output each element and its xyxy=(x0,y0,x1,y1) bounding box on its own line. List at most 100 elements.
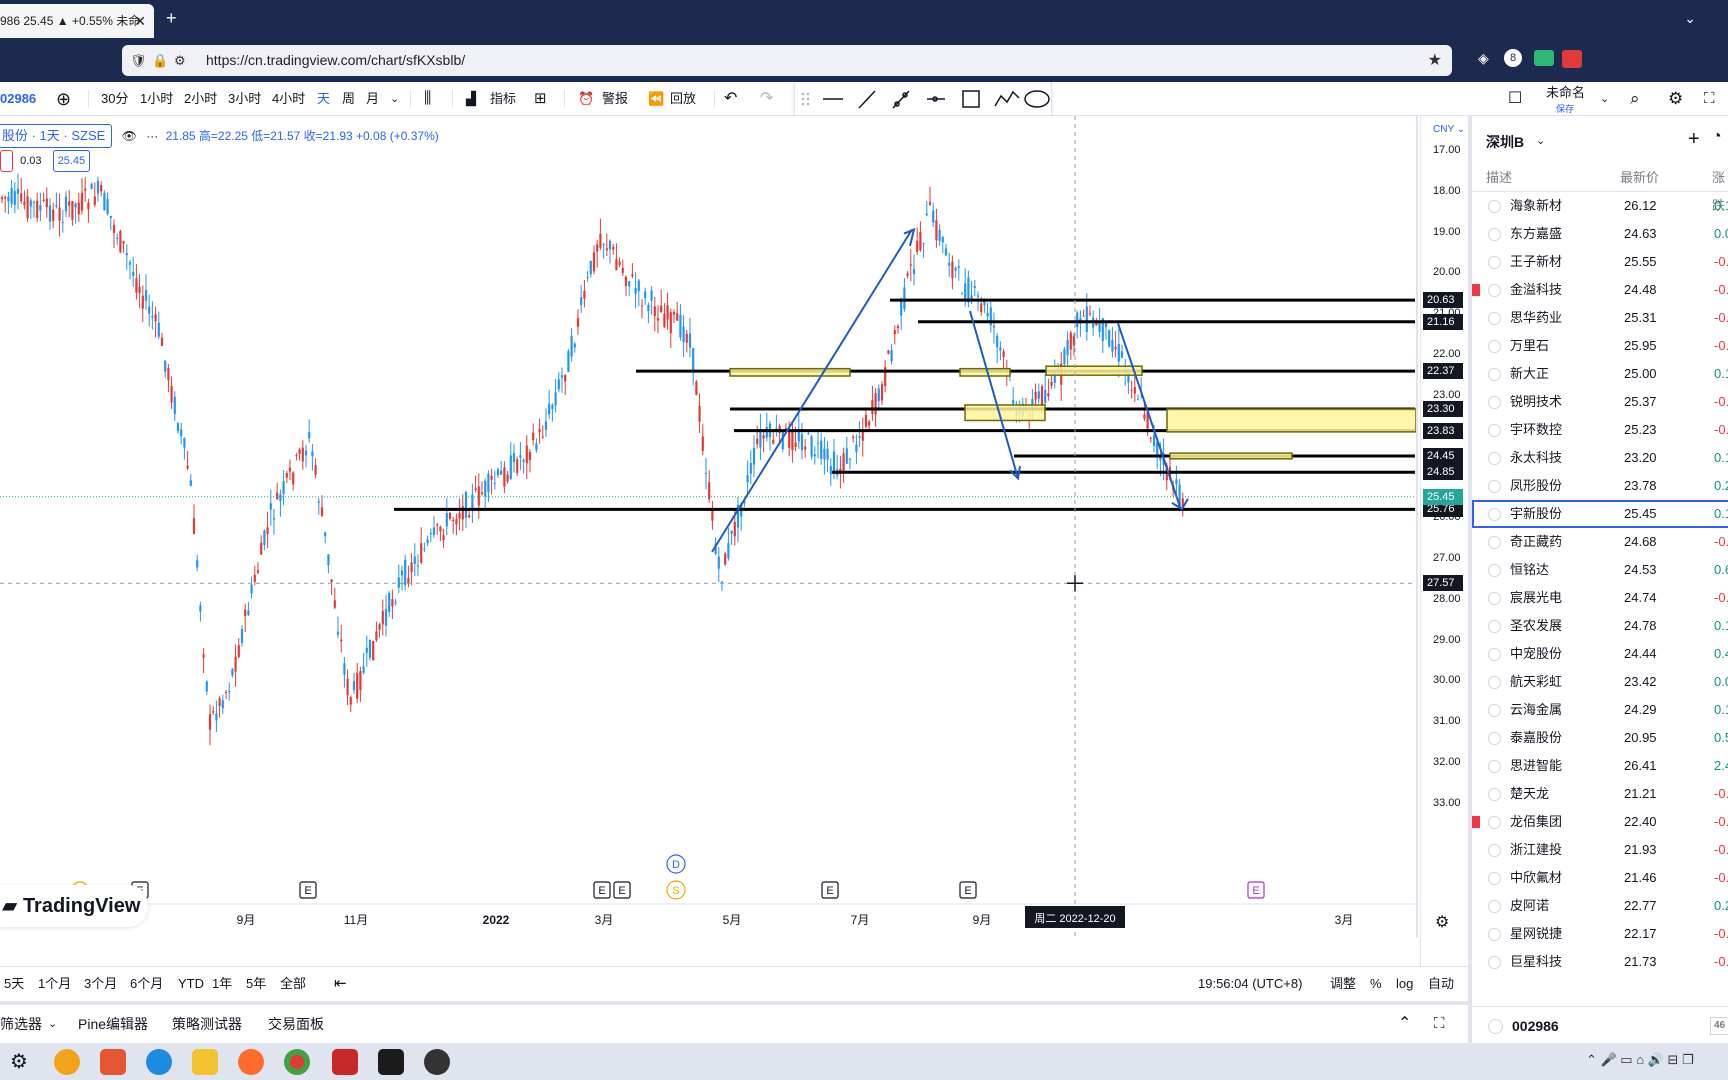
watchlist-row[interactable]: 宸展光电 24.74 -0.0 xyxy=(1472,584,1728,612)
watchlist-row[interactable]: 龙佰集团 22.40 -0.2 xyxy=(1472,808,1728,836)
extension-icon[interactable] xyxy=(1562,50,1582,68)
range-5d[interactable]: 5天 xyxy=(4,967,24,1001)
chevron-down-icon[interactable]: ⌄ xyxy=(1600,82,1609,116)
tab-pine-editor[interactable]: Pine编辑器 xyxy=(78,1005,148,1043)
range-1y[interactable]: 1年 xyxy=(212,967,232,1001)
range-3m[interactable]: 3个月 xyxy=(84,967,117,1001)
add-symbol-icon[interactable]: ⊕ xyxy=(56,82,71,116)
watchlist-row[interactable]: 锐明技术 25.37 -0.4 xyxy=(1472,388,1728,416)
currency-label[interactable]: CNY ⌄ xyxy=(1433,124,1465,135)
column-description[interactable]: 描述 xyxy=(1486,164,1512,192)
chrome-icon[interactable] xyxy=(284,1049,310,1075)
range-5y[interactable]: 5年 xyxy=(246,967,266,1001)
zone-rectangle[interactable] xyxy=(1169,452,1293,460)
watchlist-row[interactable]: 云海金属 24.29 0.1 xyxy=(1472,696,1728,724)
chevron-down-icon[interactable]: ⌄ xyxy=(1684,10,1696,27)
range-1m[interactable]: 1个月 xyxy=(38,967,71,1001)
undo-icon[interactable]: ↶ xyxy=(724,82,737,116)
tab-strategy-tester[interactable]: 策略测试器 xyxy=(172,1005,242,1043)
watchlist-row[interactable]: 泰嘉股份 20.95 0.5 xyxy=(1472,724,1728,752)
watchlist-row[interactable]: 新大正 25.00 0.1 xyxy=(1472,360,1728,388)
system-tray-icons[interactable]: ⌃ 🎤 ▭ ⌂ 🔊 ⊟ ❐ xyxy=(1586,1052,1694,1068)
square-icon[interactable]: ☐ xyxy=(1508,82,1522,116)
eye-icon[interactable]: 👁 xyxy=(122,129,137,143)
sell-box[interactable] xyxy=(0,150,14,172)
tradingview-logo[interactable]: ▰ TradingView xyxy=(0,885,148,927)
interval-month[interactable]: 月 xyxy=(366,82,379,116)
pocket-icon[interactable]: ◈ xyxy=(1478,50,1489,67)
interval-4h[interactable]: 4小时 xyxy=(272,82,305,116)
zone-rectangle[interactable] xyxy=(964,404,1046,422)
replay-button[interactable]: 回放 xyxy=(670,82,696,116)
watchlist-row[interactable]: 楚天龙 21.21 -0.3 xyxy=(1472,780,1728,808)
watchlist-row[interactable]: 浙江建投 21.93 -0.2 xyxy=(1472,836,1728,864)
flag-icon[interactable] xyxy=(1472,816,1480,828)
buy-box[interactable]: 25.45 xyxy=(52,150,91,172)
folder-icon[interactable] xyxy=(192,1049,218,1075)
candles-icon[interactable]: ⫼ xyxy=(424,82,431,116)
redo-icon[interactable]: ↷ xyxy=(760,82,773,116)
close-tab-icon[interactable]: ✕ xyxy=(134,4,146,38)
chevron-down-icon[interactable]: ⌄ xyxy=(48,1005,57,1043)
interval-week[interactable]: 周 xyxy=(342,82,355,116)
lock-icon[interactable]: 🔒 xyxy=(152,45,168,76)
zone-rectangle[interactable] xyxy=(1166,408,1417,433)
watchlist-row[interactable]: 圣农发展 24.78 0.1 xyxy=(1472,612,1728,640)
shield-icon[interactable]: 🛡 xyxy=(130,45,147,76)
watchlist-row[interactable]: 皮阿诺 22.77 0.2 xyxy=(1472,892,1728,920)
indicators-icon[interactable]: ▟ xyxy=(466,82,476,116)
zone-rectangle[interactable] xyxy=(729,367,851,377)
bookmark-star-icon[interactable]: ★ xyxy=(1428,45,1442,76)
price-chart[interactable]: 7月9月11月20223月5月7月9月11月3月周二 2022-12-20EEE… xyxy=(0,116,1418,938)
permissions-icon[interactable]: ⚙ xyxy=(174,45,186,76)
interval-1h[interactable]: 1小时 xyxy=(140,82,173,116)
watchlist-row[interactable]: 凤形股份 23.78 0.2 xyxy=(1472,472,1728,500)
range-ytd[interactable]: YTD xyxy=(178,967,204,1001)
zone-rectangle[interactable] xyxy=(1045,365,1143,376)
chart-pane[interactable]: 7月9月11月20223月5月7月9月11月3月周二 2022-12-20EEE… xyxy=(0,116,1418,938)
watchlist-row[interactable]: 思进智能 26.41 2.4 xyxy=(1472,752,1728,780)
app-icon[interactable] xyxy=(424,1049,450,1075)
watchlist-row[interactable]: 恒铭达 24.53 0.6 xyxy=(1472,556,1728,584)
watchlist-row[interactable]: 航天彩虹 23.42 0.0 xyxy=(1472,668,1728,696)
watchlist-row[interactable]: 万里石 25.95 -0.2 xyxy=(1472,332,1728,360)
maximize-icon[interactable]: ⛶ xyxy=(1434,1005,1445,1043)
flag-icon[interactable] xyxy=(1472,284,1480,296)
templates-icon[interactable]: ⊞ xyxy=(534,82,547,116)
markets-app-icon[interactable] xyxy=(378,1049,404,1075)
tab-screener[interactable]: 筛选器 xyxy=(0,1005,42,1043)
interval-2h[interactable]: 2小时 xyxy=(184,82,217,116)
edge-icon[interactable] xyxy=(146,1049,172,1075)
watchlist-row[interactable]: 东方嘉盛 24.63 0.0 xyxy=(1472,220,1728,248)
auto-toggle[interactable]: 自动 xyxy=(1428,967,1454,1001)
symbol-search[interactable]: 02986 xyxy=(0,82,36,116)
settings-gear-icon[interactable]: ⚙ xyxy=(6,1049,32,1075)
watchlist-row[interactable]: 中宠股份 24.44 0.4 xyxy=(1472,640,1728,668)
app-icon[interactable] xyxy=(100,1049,126,1075)
browser-tab[interactable]: 986 25.45 ▲ +0.55% 未命 ✕ xyxy=(0,4,154,38)
watchlist-row[interactable]: 奇正藏药 24.68 -0.1 xyxy=(1472,528,1728,556)
firefox-icon[interactable] xyxy=(238,1049,264,1075)
zone-rectangle[interactable] xyxy=(959,367,1011,377)
watchlist-row[interactable]: 宇新股份 25.45 0.1 xyxy=(1472,500,1728,528)
collapse-icon[interactable]: ⌃ xyxy=(1398,1005,1411,1043)
watchlist-row[interactable]: 巨星科技 21.73 -0.4 xyxy=(1472,948,1728,976)
watchlist-row[interactable]: 思华药业 25.31 -0.8 xyxy=(1472,304,1728,332)
gear-icon[interactable]: ⚙ xyxy=(1668,82,1683,116)
log-toggle[interactable]: log xyxy=(1396,967,1413,1001)
alarm-clock-icon[interactable]: ⏰ xyxy=(578,82,594,116)
watchlist-row[interactable]: 王子新材 25.55 -0.6 xyxy=(1472,248,1728,276)
scale-settings-icon[interactable]: ⚙ xyxy=(1435,912,1449,932)
range-6m[interactable]: 6个月 xyxy=(130,967,163,1001)
rewind-icon[interactable]: ⏪ xyxy=(648,82,664,116)
clock-time[interactable]: 19:56:04 (UTC+8) xyxy=(1198,967,1302,1001)
address-bar[interactable]: 🛡 🔒 ⚙ https://cn.tradingview.com/chart/s… xyxy=(122,45,1452,76)
fullscreen-icon[interactable]: ⛶ xyxy=(1704,82,1715,116)
add-symbol-icon[interactable]: + xyxy=(1688,128,1700,151)
watchlist-title[interactable]: 深圳B xyxy=(1486,132,1524,152)
chevron-down-icon[interactable]: ⌄ xyxy=(390,82,399,116)
new-tab-button[interactable]: + xyxy=(166,8,177,29)
chevron-down-icon[interactable]: ⌄ xyxy=(1536,134,1545,147)
extension-badge[interactable]: 8 xyxy=(1504,49,1522,67)
symbol-details-bar[interactable]: 002986 46 xyxy=(1472,1006,1728,1043)
